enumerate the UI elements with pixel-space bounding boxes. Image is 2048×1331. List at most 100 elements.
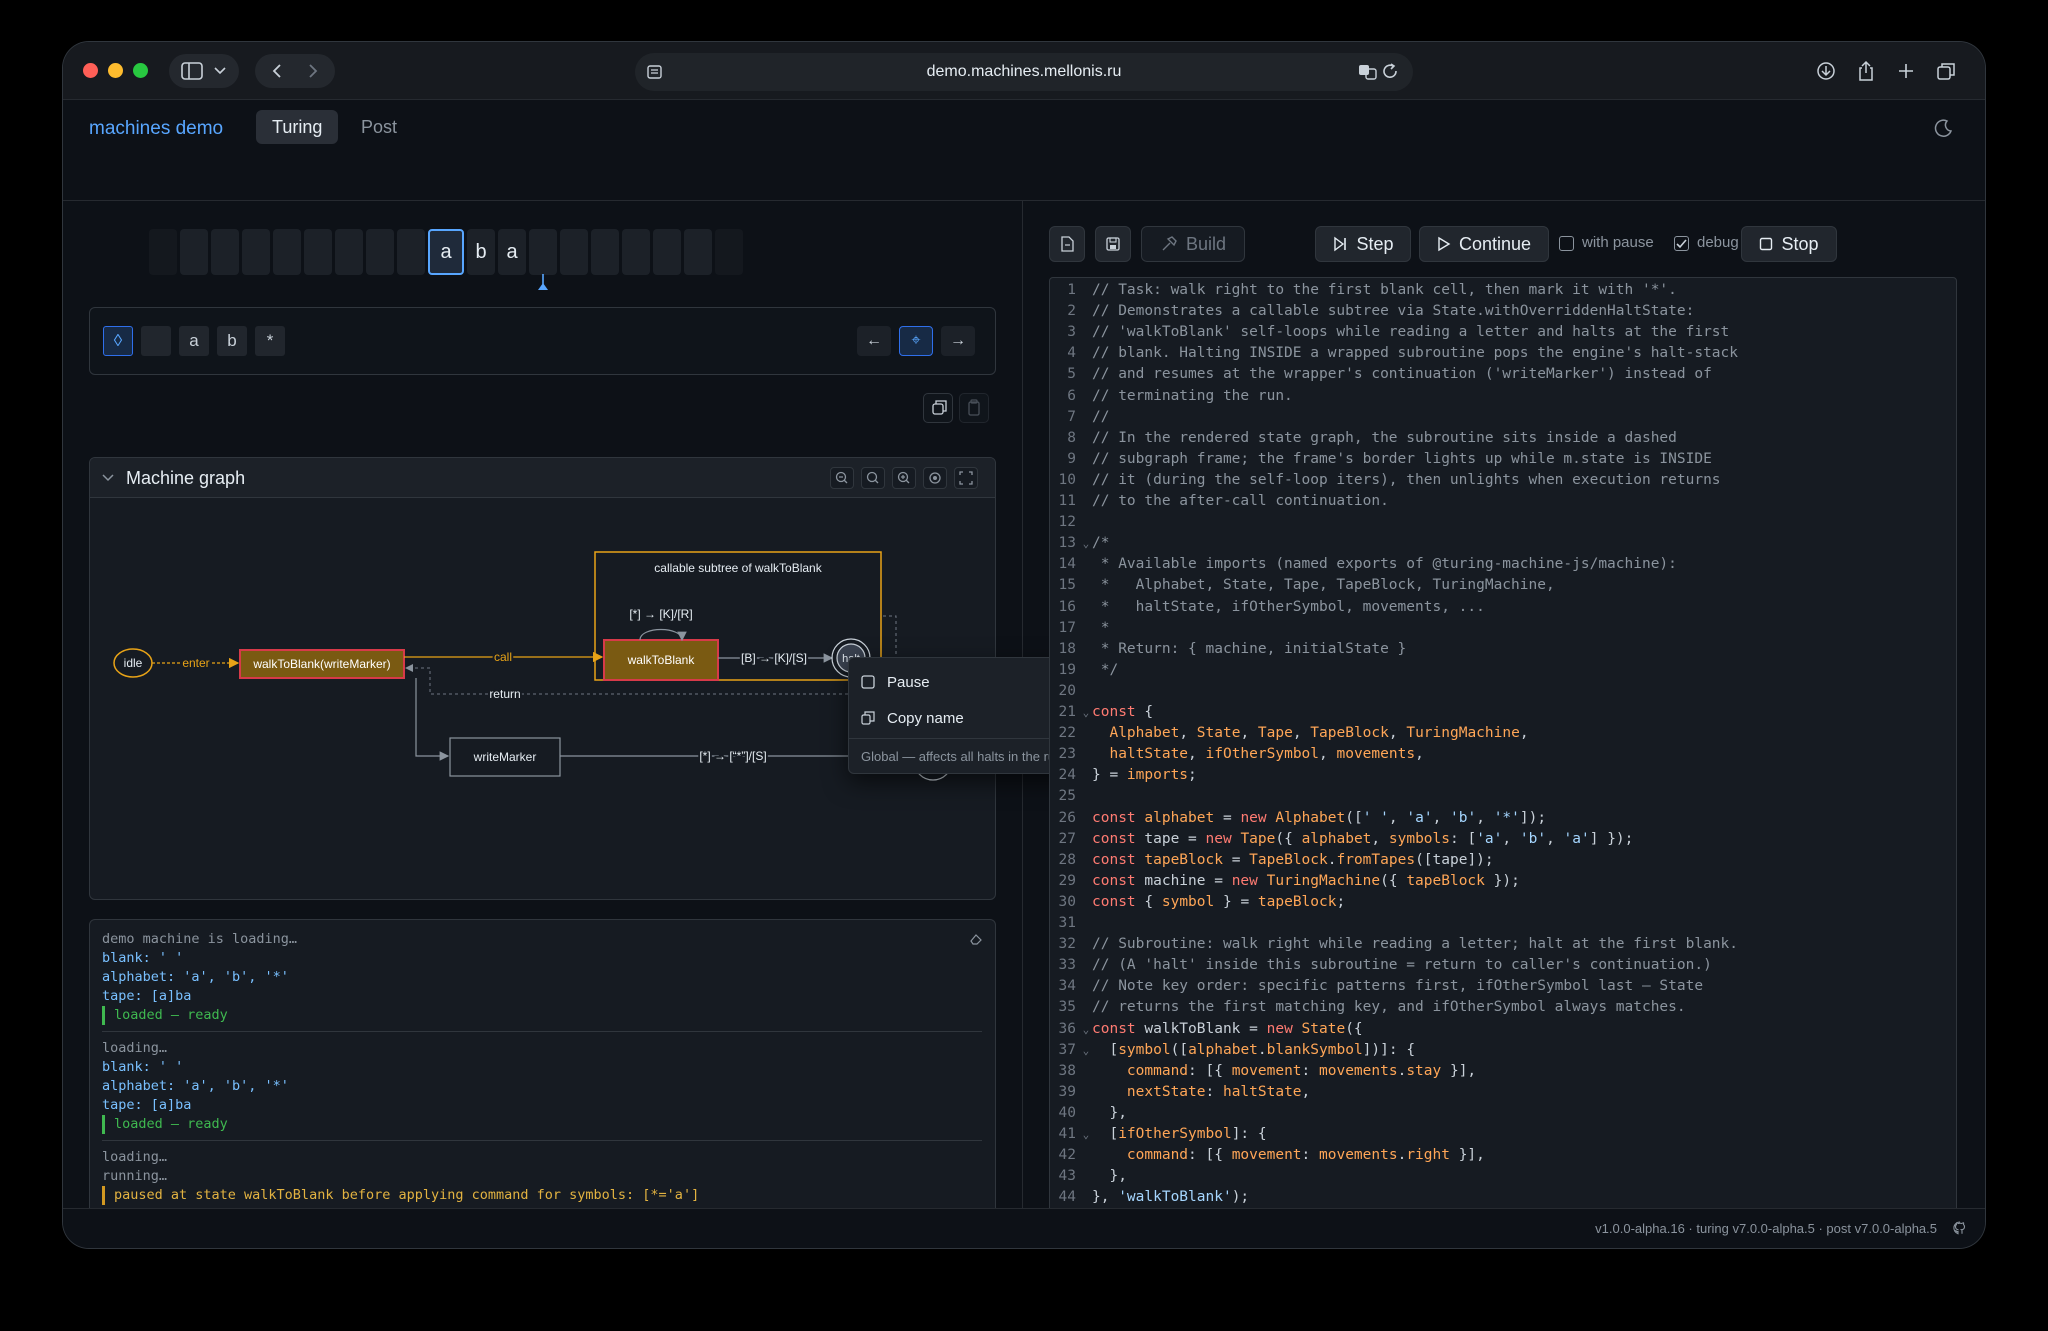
code-text: Alphabet, State, Tape, TapeBlock, Turing… (1109, 725, 1529, 742)
code-text: const machine = new TuringMachine({ tape… (1092, 872, 1520, 889)
symbol-button-cursor[interactable]: ◊ (103, 326, 133, 356)
code-text: command: [{ movement: movements.stay }], (1126, 1062, 1477, 1079)
tape-head-pointer-icon (538, 274, 548, 290)
tape-cell[interactable] (715, 229, 743, 275)
copy-tape-button[interactable] (923, 393, 953, 423)
tab-post[interactable]: Post (345, 110, 413, 144)
fold-chevron-icon[interactable]: ⌄ (1076, 1019, 1092, 1040)
tape-cell[interactable]: a (428, 229, 464, 275)
save-file-button[interactable] (1095, 226, 1131, 262)
brand-link[interactable]: machines demo (89, 118, 223, 140)
code-text: // Demonstrates a callable subtree via S… (1092, 303, 1695, 320)
tape-cell[interactable] (560, 229, 588, 275)
line-number: 19 (1058, 661, 1076, 678)
code-line: 4 // blank. Halting INSIDE a wrapped subr… (1050, 343, 1738, 364)
line-number: 43 (1058, 1168, 1076, 1185)
collapse-chevron-icon[interactable] (102, 472, 114, 484)
log-line: alphabet: 'a', 'b', '*' (102, 1078, 289, 1094)
code-text: * Alphabet, State, Tape, TapeBlock, Turi… (1092, 577, 1555, 594)
with-pause-checkbox[interactable] (1559, 236, 1574, 251)
code-line: 37 ⌄ [symbol([alphabet.blankSymbol])]: { (1050, 1040, 1416, 1061)
code-editor[interactable]: 1 // Task: walk right to the first blank … (1049, 277, 1957, 1221)
zoom-out-button[interactable] (830, 467, 854, 489)
code-line: 15 * Alphabet, State, Tape, TapeBlock, T… (1050, 575, 1555, 596)
symbol-button-blank[interactable] (141, 326, 171, 356)
code-line: 26 const alphabet = new Alphabet([' ', 'a… (1050, 808, 1547, 829)
play-icon (1438, 236, 1451, 252)
stop-label: Stop (1781, 233, 1819, 254)
fullscreen-button[interactable] (954, 467, 978, 489)
machine-graph-header[interactable]: Machine graph (90, 458, 995, 498)
fold-chevron-icon[interactable]: ⌄ (1076, 533, 1092, 554)
tape-cell[interactable] (211, 229, 239, 275)
code-line: 23 haltState, ifOtherSymbol, movements, (1050, 744, 1424, 765)
tape-cell[interactable] (529, 229, 557, 275)
fold-chevron-icon[interactable]: ⌄ (1076, 1040, 1092, 1061)
log-line: paused at state walkToBlank before apply… (102, 1186, 982, 1205)
move-right-button[interactable]: → (941, 326, 975, 356)
zoom-out-icon (835, 471, 848, 484)
code-line: 22 Alphabet, State, Tape, TapeBlock, Tur… (1050, 723, 1529, 744)
tape-cell[interactable] (366, 229, 394, 275)
build-button[interactable]: Build (1141, 226, 1245, 262)
line-number: 22 (1058, 725, 1076, 742)
fold-chevron-icon[interactable]: ⌄ (1076, 1124, 1092, 1145)
zoom-reset-button[interactable] (861, 467, 885, 489)
tape-cell[interactable] (304, 229, 332, 275)
paste-tape-button[interactable] (959, 393, 989, 423)
tape-cell[interactable]: b (467, 229, 495, 275)
log-group: loading… blank: ' ' alphabet: 'a', 'b', '*… (102, 1039, 982, 1134)
tape-cell[interactable] (273, 229, 301, 275)
menu-item-pause-label: Pause (887, 673, 930, 691)
tape-cell[interactable] (622, 229, 650, 275)
code-text: // and resumes at the wrapper's continua… (1092, 366, 1712, 383)
log-line: loading… (102, 1149, 168, 1165)
code-text: // to the after-call continuation. (1092, 493, 1389, 509)
move-left-button[interactable]: ← (857, 326, 891, 356)
tape-cell[interactable] (653, 229, 681, 275)
github-icon[interactable] (1953, 1221, 1967, 1235)
log-group: demo machine is loading… blank: ' ' alphab… (102, 930, 982, 1025)
theme-toggle-moon-icon[interactable] (1933, 118, 1953, 138)
line-number: 44 (1058, 1189, 1076, 1206)
code-text: // 'walkToBlank' self-loops while readin… (1092, 324, 1730, 341)
symbol-button-a[interactable]: a (179, 326, 209, 356)
tab-turing[interactable]: Turing (256, 110, 339, 144)
edge-write-label: [*] → [“*”]/[S] (699, 749, 766, 763)
code-line: 17 * (1050, 618, 1110, 639)
tape-cell[interactable] (397, 229, 425, 275)
code-text: nextState: haltState, (1126, 1083, 1311, 1100)
center-head-button[interactable]: ⌖ (899, 326, 933, 356)
tape-cell[interactable] (591, 229, 619, 275)
code-line: 19 */ (1050, 660, 1119, 681)
stop-button[interactable]: Stop (1741, 226, 1837, 262)
line-number: 40 (1058, 1104, 1076, 1121)
code-text: [ifOtherSymbol]: { (1092, 1126, 1267, 1142)
fold-chevron-icon[interactable]: ⌄ (1076, 702, 1092, 723)
node-wrapper-label: walkToBlank(writeMarker) (252, 657, 390, 671)
tape-cell[interactable] (684, 229, 712, 275)
edge-to-writeMarker (415, 678, 450, 761)
debug-checkbox[interactable] (1674, 236, 1689, 251)
tape-cell[interactable] (180, 229, 208, 275)
tape-cell[interactable]: a (498, 229, 526, 275)
symbol-button-star[interactable]: * (255, 326, 285, 356)
save-icon (1106, 237, 1120, 251)
tape-cell[interactable] (335, 229, 363, 275)
symbol-button-b[interactable]: b (217, 326, 247, 356)
code-line: 34 // Note key order: specific patterns f… (1050, 976, 1704, 997)
zoom-in-button[interactable] (892, 467, 916, 489)
line-number: 13 (1058, 535, 1076, 552)
code-line: 3 // 'walkToBlank' self-loops while readi… (1050, 322, 1729, 343)
code-text: // Task: walk right to the first blank c… (1092, 282, 1677, 298)
continue-button[interactable]: Continue (1419, 226, 1549, 262)
line-number: 33 (1058, 957, 1076, 974)
step-button[interactable]: Step (1315, 226, 1411, 262)
code-line: 10 // it (during the self-loop iters), th… (1050, 470, 1721, 491)
line-number: 23 (1058, 746, 1076, 763)
edge-enter-label: enter (182, 656, 209, 670)
open-file-button[interactable] (1049, 226, 1085, 262)
tape-cell[interactable] (242, 229, 270, 275)
focus-current-state-button[interactable] (923, 467, 947, 489)
tape-cell[interactable] (149, 229, 177, 275)
